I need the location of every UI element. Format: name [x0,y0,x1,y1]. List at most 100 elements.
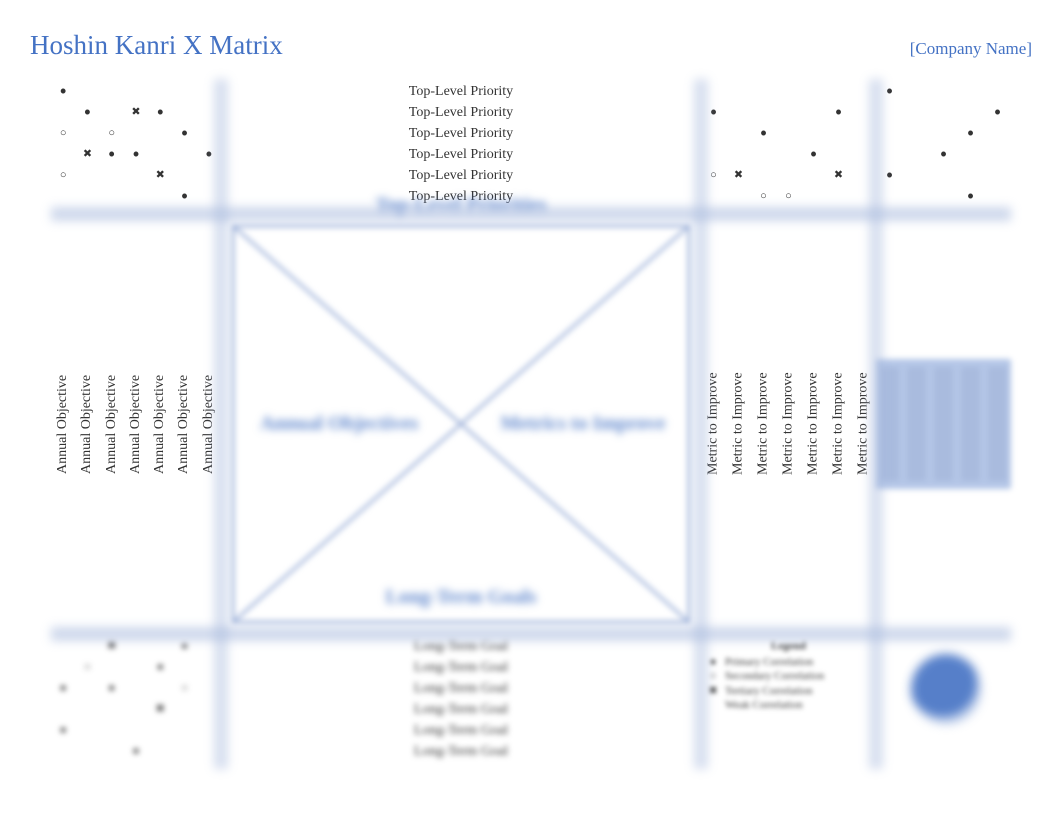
legend-row: ✖ Tertiary Correlation [707,684,870,697]
legend-label: Weak Correlation [725,699,803,711]
correlation-empty [100,720,124,741]
correlation-empty [903,165,930,186]
correlation-empty [826,123,851,144]
annual-objective-label: Annual Objective [124,324,148,524]
correlation-empty [51,102,75,123]
correlation-empty [148,720,172,741]
divider-vertical [694,79,708,769]
correlation-empty [75,699,99,720]
relation-grid-priorities-vs-objectives [51,79,221,214]
correlation-empty [801,186,826,207]
correlation-empty [726,123,751,144]
x-matrix: Top-Level PriorityTop-Level PriorityTop-… [51,79,1011,769]
correlation-cross-icon [826,165,851,186]
correlation-empty [726,186,751,207]
metric-label: Metric to Improve [826,324,851,524]
correlation-empty [148,678,172,699]
correlation-dot-icon [51,678,75,699]
correlation-empty [124,186,148,207]
correlation-empty [75,81,99,102]
correlation-empty [124,165,148,186]
correlation-empty [148,144,172,165]
seal-icon [911,654,981,724]
correlation-circle-icon [172,678,196,699]
correlation-empty [75,165,99,186]
correlation-empty [100,657,124,678]
correlation-empty [172,699,196,720]
correlation-empty [172,102,196,123]
correlation-dot-icon [172,123,196,144]
metrics-labels: Metric to ImproveMetric to ImproveMetric… [701,214,876,634]
correlation-cross-icon [148,165,172,186]
correlation-empty [826,144,851,165]
correlation-empty [100,186,124,207]
correlation-empty [124,123,148,144]
correlation-cross-icon [148,699,172,720]
correlation-empty [148,741,172,762]
correlation-empty [100,102,124,123]
correlation-empty [51,144,75,165]
correlation-empty [124,699,148,720]
correlation-empty [75,741,99,762]
correlation-empty [776,144,801,165]
correlation-empty [930,165,957,186]
priority-item: Top-Level Priority [221,144,701,165]
correlation-empty [930,102,957,123]
correlation-empty [726,102,751,123]
metric-label: Metric to Improve [751,324,776,524]
correlation-empty [100,741,124,762]
legend-label: Primary Correlation [725,656,813,668]
legend-row: ● Primary Correlation [707,656,870,668]
targets-bars [876,359,1011,489]
correlation-empty [957,81,984,102]
correlation-dot-icon [51,81,75,102]
correlation-empty [751,165,776,186]
correlation-empty [930,81,957,102]
correlation-empty [930,186,957,207]
correlation-empty [51,741,75,762]
divider-vertical [869,79,883,769]
correlation-dot-icon [172,186,196,207]
priority-item: Top-Level Priority [221,123,701,144]
correlation-dot-icon [100,678,124,699]
correlation-empty [51,699,75,720]
correlation-empty [903,81,930,102]
correlation-empty [984,123,1011,144]
seal-area [876,634,1011,769]
annual-objective-label: Annual Objective [100,324,124,524]
correlation-empty [726,81,751,102]
correlation-empty [75,186,99,207]
x-label-left: Annual Objectives [239,413,439,436]
priority-item: Top-Level Priority [221,81,701,102]
correlation-empty [726,144,751,165]
correlation-empty [172,165,196,186]
correlation-empty [100,165,124,186]
targets-block [876,214,1011,634]
goal-item: Long-Term Goal [221,720,701,741]
annual-objectives-labels: Annual ObjectiveAnnual ObjectiveAnnual O… [51,214,221,634]
correlation-empty [100,81,124,102]
correlation-circle-icon [100,123,124,144]
correlation-empty [751,81,776,102]
correlation-empty [903,144,930,165]
page: Hoshin Kanri X Matrix [Company Name] Top… [0,0,1062,822]
correlation-dot-icon [801,144,826,165]
divider-horizontal [51,627,1011,641]
goal-item: Long-Term Goal [221,741,701,762]
correlation-cross-icon [124,102,148,123]
correlation-dot-icon [930,144,957,165]
correlation-empty [801,165,826,186]
legend-row: ○ Secondary Correlation [707,670,870,682]
legend: Legend ● Primary Correlation ○ Secondary… [701,634,876,769]
correlation-dot-icon [957,123,984,144]
metric-label: Metric to Improve [801,324,826,524]
correlation-empty [51,186,75,207]
correlation-dot-icon [148,102,172,123]
legend-row: Weak Correlation [707,699,870,711]
correlation-empty [148,81,172,102]
correlation-empty [51,657,75,678]
correlation-empty [903,186,930,207]
legend-title: Legend [707,640,870,652]
correlation-dot-icon [751,123,776,144]
metric-label: Metric to Improve [726,324,751,524]
